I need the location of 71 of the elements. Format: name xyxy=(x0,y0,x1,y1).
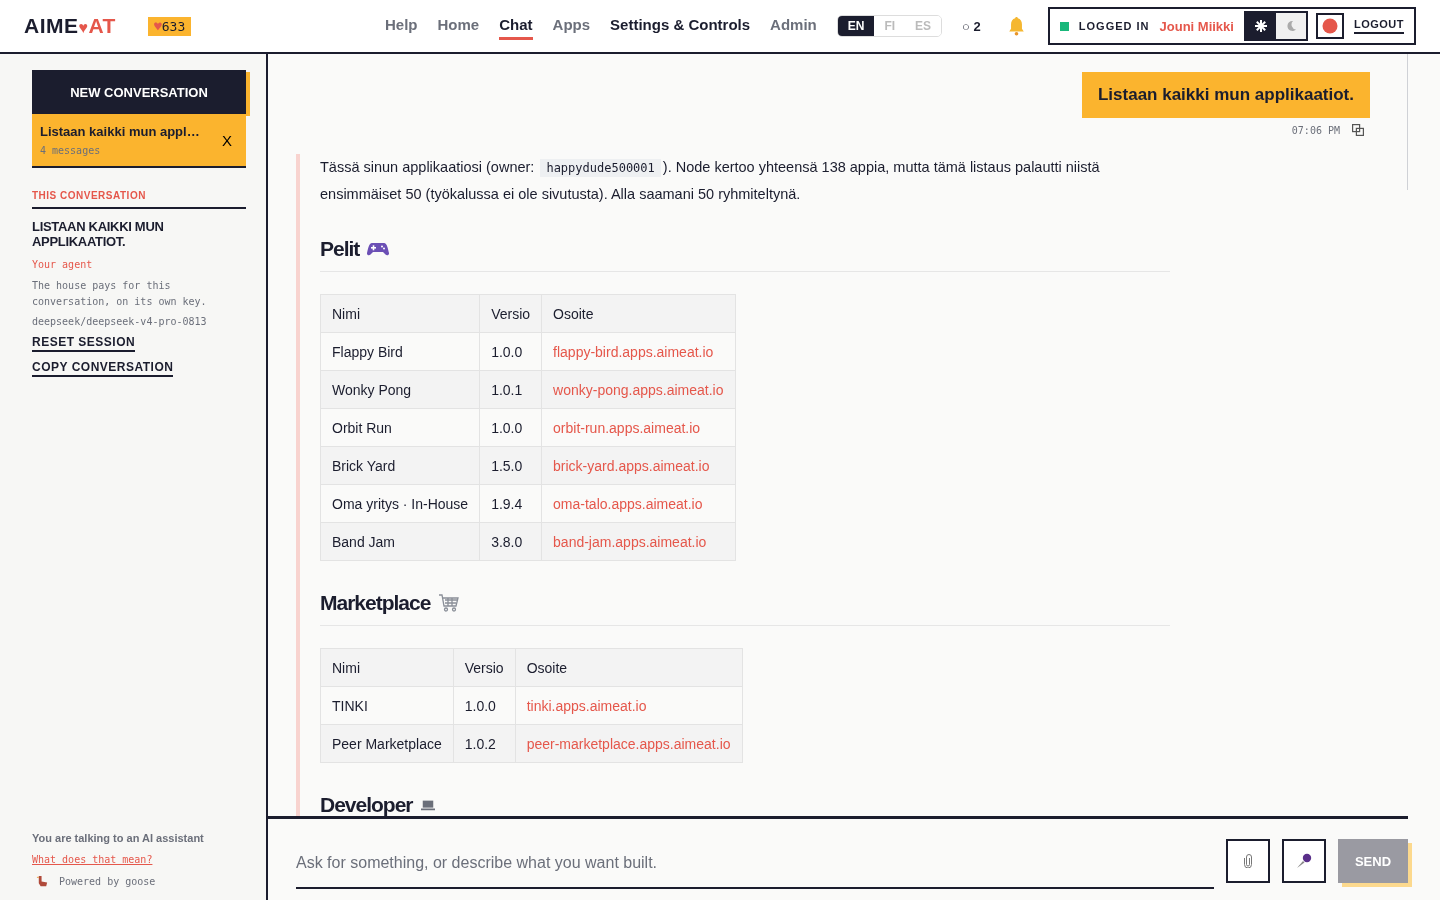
table-cell: 1.0.0 xyxy=(491,419,523,436)
user-name[interactable]: Jouni Miikki xyxy=(1159,18,1234,34)
message-count: 4 messages xyxy=(40,145,102,156)
record-icon xyxy=(1321,18,1338,34)
table-cell: Peer Marketplace xyxy=(332,735,442,752)
action-link[interactable]: RESET SESSION xyxy=(32,335,136,352)
explanation-link[interactable]: What does that mean? xyxy=(32,854,153,865)
column-header: Versio xyxy=(453,648,516,687)
table-cell: 3.8.0 xyxy=(491,533,523,550)
section-heading: Pelit xyxy=(320,237,360,261)
theme-option[interactable] xyxy=(1275,13,1306,39)
paperclip-icon xyxy=(1244,854,1252,868)
conversation-item[interactable]: Listaan kaikki mun appl… 4 messages X xyxy=(32,114,246,168)
section-heading: THIS CONVERSATION xyxy=(32,190,246,209)
agent-note: The house pays for this conversation, on its own key. xyxy=(32,279,208,309)
table-cell: Band Jam xyxy=(332,533,396,550)
conversation-title: Listaan kaikki mun appl… xyxy=(40,124,201,139)
table-cell: Brick Yard xyxy=(332,457,396,474)
logo[interactable]: AIME♥AT xyxy=(24,14,116,38)
laptop-icon xyxy=(420,798,435,812)
nav-link[interactable]: Admin xyxy=(770,12,817,40)
column-header: Versio xyxy=(479,294,542,333)
table-cell: 1.0.2 xyxy=(464,735,496,752)
nav-link[interactable]: Apps xyxy=(552,12,591,40)
goose-icon xyxy=(36,875,49,888)
credits-badge: ♥633 xyxy=(147,16,192,36)
notification-count[interactable]: ○ 2 xyxy=(962,18,981,34)
conversation-heading: LISTAAN KAIKKI MUN APPLIKAATIOT. xyxy=(32,219,165,249)
powered-by: Powered by goose xyxy=(59,876,156,887)
section-heading: Marketplace xyxy=(320,591,431,615)
table-cell: Flappy Bird xyxy=(332,343,403,360)
table-cell: 1.5.0 xyxy=(491,457,523,474)
sun-icon xyxy=(1254,20,1267,32)
microphone-button[interactable] xyxy=(1282,839,1326,883)
record-button[interactable] xyxy=(1315,13,1344,39)
close-button[interactable]: X xyxy=(216,130,238,150)
table-cell: Orbit Run xyxy=(332,419,392,436)
status-label: LOGGED IN xyxy=(1078,20,1150,32)
table-cell: 1.9.4 xyxy=(491,495,523,512)
assistant-notice: You are talking to an AI assistant xyxy=(32,832,205,844)
moon-icon xyxy=(1284,20,1297,32)
attach-button[interactable] xyxy=(1226,839,1270,883)
table-cell: 1.0.0 xyxy=(464,697,496,714)
user-message: Listaan kaikki mun applikaatiot. xyxy=(1081,72,1370,118)
message-input[interactable]: Ask for something, or describe what you want built. xyxy=(296,839,1214,889)
table-cell: 1.0.0 xyxy=(491,343,523,360)
logout-link[interactable]: LOGOUT xyxy=(1353,18,1404,34)
cart-icon xyxy=(438,594,461,612)
table-cell: Oma yritys · In-House xyxy=(332,495,469,512)
table-cell: TINKI xyxy=(332,697,368,714)
gamepad-icon xyxy=(367,241,390,257)
action-link[interactable]: COPY CONVERSATION xyxy=(32,360,174,377)
section-heading: Developer xyxy=(320,793,413,816)
language-option[interactable]: EN xyxy=(837,16,875,36)
agent-label: Your agent xyxy=(32,259,94,270)
column-header: Nimi xyxy=(320,294,480,333)
table-cell: 1.0.1 xyxy=(491,381,523,398)
column-header: Osoite xyxy=(515,648,743,687)
nav-link[interactable]: Settings & Controls xyxy=(610,12,751,40)
message-time: 07:06 PM xyxy=(1291,124,1340,136)
theme-option[interactable] xyxy=(1245,13,1276,39)
column-header: Nimi xyxy=(320,648,454,687)
table-cell: Wonky Pong xyxy=(332,381,412,398)
model-name: deepseek/deepseek-v4-pro-0813 xyxy=(32,316,208,327)
copy-icon[interactable] xyxy=(1352,124,1364,136)
microphone-icon xyxy=(1296,853,1312,869)
nav-link[interactable]: Home xyxy=(437,12,480,40)
nav-link[interactable]: Chat xyxy=(499,12,533,40)
nav-link[interactable]: Help xyxy=(385,12,418,40)
message-text: Tässä sinun applikaatiosi (owner: happydude500001 ). Node kertoo yhteensä 138 appia, mutta tämä listaus palautti niistä ensimmäiset 50 (työkalussa ei ole sivutusta). Alla saamani 50 ryhmiteltynä. xyxy=(320,158,1101,204)
column-header: Osoite xyxy=(541,294,735,333)
